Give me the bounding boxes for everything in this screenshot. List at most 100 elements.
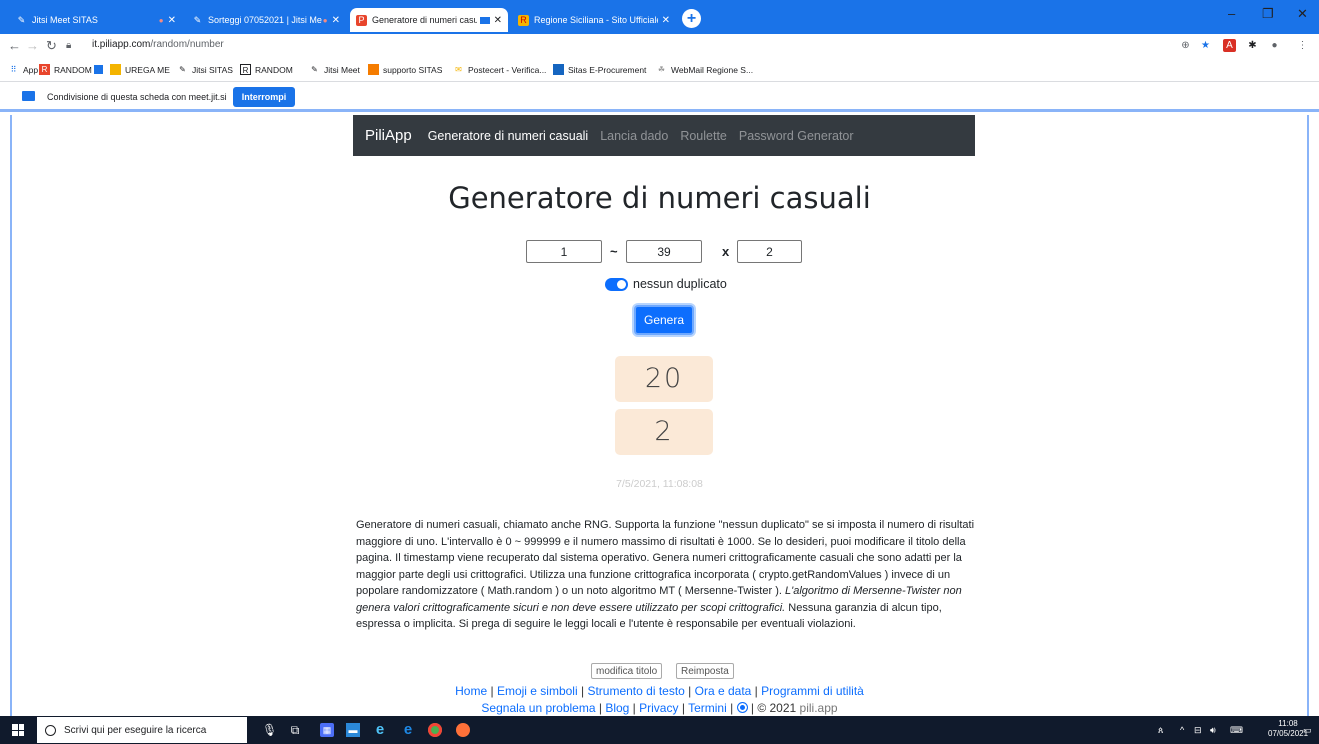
people-icon[interactable]: ጰ — [1158, 725, 1163, 736]
bookmark-label: Jitsi SITAS — [192, 64, 233, 75]
footer-link-utilities[interactable]: Programmi di utilità — [761, 684, 864, 698]
site-navbar: PiliApp Generatore di numeri casuali Lan… — [353, 115, 975, 156]
reset-button[interactable]: Reimposta — [676, 663, 734, 679]
range-separator: ~ — [610, 244, 618, 259]
bookmark-app[interactable]: ⠿ App — [8, 64, 39, 75]
bookmark-random-2[interactable]: R RANDOM — [240, 64, 293, 75]
sitas-icon — [368, 64, 379, 75]
site-brand[interactable]: PiliApp — [365, 127, 412, 144]
count-input[interactable] — [737, 240, 802, 263]
regione-icon: R — [518, 14, 529, 26]
bookmark-label: UREGA ME — [125, 64, 170, 75]
tab-sorteggi[interactable]: ✎ Sorteggi 07052021 | Jitsi Me ● ✕ — [186, 8, 346, 32]
edge-legacy-icon[interactable]: e — [373, 722, 387, 737]
apps-grid-icon: ⠿ — [10, 65, 17, 74]
sitas-eproc-icon — [553, 64, 564, 75]
url-path: /random/number — [150, 39, 224, 50]
close-tab-icon[interactable]: ✕ — [662, 15, 670, 26]
windows-start-icon[interactable] — [12, 724, 24, 736]
volume-icon[interactable]: 🔊︎ — [1210, 725, 1216, 736]
minimize-icon[interactable]: – — [1228, 6, 1235, 21]
times-separator: x — [722, 244, 730, 259]
result-number: 20 — [615, 356, 713, 402]
bookmark-supporto-sitas[interactable]: supporto SITAS — [368, 64, 442, 75]
close-window-icon[interactable]: ✕ — [1297, 6, 1308, 22]
nav-generatore[interactable]: Generatore di numeri casuali — [428, 129, 589, 143]
star-icon[interactable]: ★ — [1199, 39, 1212, 52]
footer-link-date-time[interactable]: Ora e data — [695, 684, 752, 698]
page-title[interactable]: Generatore di numeri casuali — [0, 181, 1319, 215]
bookmark-jitsi-meet[interactable]: ✎ Jitsi Meet — [309, 64, 360, 75]
url-host: it.piliapp.com — [92, 39, 151, 50]
internet-explorer-icon[interactable]: e — [401, 722, 415, 737]
tab-regione-siciliana[interactable]: R Regione Siciliana - Sito Ufficiale ✕ — [512, 8, 676, 32]
profile-icon[interactable]: ● — [1268, 39, 1281, 52]
footer-link-terms[interactable]: Termini — [688, 701, 727, 715]
close-tab-icon[interactable]: ✕ — [494, 15, 502, 26]
nav-roulette[interactable]: Roulette — [680, 129, 727, 143]
bookmark-label: Sitas E-Procurement — [568, 64, 647, 75]
lock-icon[interactable]: 🔒︎ — [66, 40, 71, 51]
network-icon[interactable]: ⊟ — [1194, 725, 1202, 736]
jitsi-icon: ✎ — [311, 65, 318, 74]
regione-icon — [110, 64, 121, 75]
tab-jitsi-meet-sitas[interactable]: ✎ Jitsi Meet SITAS ● ✕ — [10, 8, 182, 32]
zoom-icon[interactable]: ⊕ — [1179, 39, 1192, 52]
min-input[interactable] — [526, 240, 602, 263]
footer-link-emoji[interactable]: Emoji e simboli — [497, 684, 578, 698]
url-field[interactable]: it.piliapp.com/random/number — [92, 39, 224, 50]
task-view-icon[interactable]: ⧉ — [288, 723, 302, 737]
generate-button[interactable]: Genera — [634, 305, 694, 335]
notifications-icon[interactable]: ▭ — [1303, 725, 1312, 736]
close-tab-icon[interactable]: ✕ — [168, 15, 176, 26]
back-icon[interactable]: ← — [8, 38, 21, 53]
random-r-icon: R — [240, 64, 251, 75]
share-message: Condivisione di questa scheda con meet.j… — [47, 92, 227, 102]
chrome-icon[interactable] — [428, 723, 442, 737]
firefox-icon[interactable] — [456, 723, 470, 737]
tab-sharing-bar: Condivisione di questa scheda con meet.j… — [0, 82, 1319, 112]
bookmark-webmail[interactable]: ☘ WebMail Regione S... — [656, 64, 753, 75]
no-duplicates-toggle[interactable] — [605, 278, 628, 291]
bookmark-label: RANDOM — [255, 64, 293, 75]
forward-icon[interactable]: → — [26, 38, 39, 53]
footer-link-blog[interactable]: Blog — [605, 701, 629, 715]
language-globe-icon[interactable] — [736, 702, 748, 713]
bookmark-label: WebMail Regione S... — [671, 64, 754, 75]
bookmarks-bar: ⠿ App R RANDOM UREGA ME ✎ Jitsi SITAS R RAND… — [0, 58, 1319, 82]
stop-sharing-button[interactable]: Interrompi — [233, 87, 295, 107]
footer-link-home[interactable]: Home — [455, 684, 487, 698]
footer-link-report[interactable]: Segnala un problema — [481, 701, 595, 715]
close-tab-icon[interactable]: ✕ — [332, 15, 340, 26]
nav-lancia-dado[interactable]: Lancia dado — [600, 129, 668, 143]
restore-icon[interactable]: ❐ — [1262, 6, 1274, 22]
footer-links: Home | Emoji e simboli | Strumento di te… — [455, 684, 864, 698]
edit-title-button[interactable]: modifica titolo — [591, 663, 663, 679]
tray-chevron-icon[interactable]: ^ — [1180, 725, 1184, 735]
pdf-extension-icon[interactable]: A — [1223, 39, 1236, 52]
bookmark-label: supporto SITAS — [383, 64, 443, 75]
new-tab-button[interactable]: + — [682, 9, 701, 28]
tab-title: Generatore di numeri casuali — [372, 15, 477, 25]
footer-link-text-tool[interactable]: Strumento di testo — [587, 684, 684, 698]
browser-tab-strip: ✎ Jitsi Meet SITAS ● ✕ ✎ Sorteggi 070520… — [0, 0, 1319, 34]
bookmark-postecert[interactable]: ✉ Postecert - Verifica... — [453, 64, 546, 75]
calculator-icon[interactable]: ▦ — [320, 723, 334, 737]
no-duplicates-label[interactable]: nessun duplicato — [633, 277, 727, 291]
menu-icon[interactable]: ⋮ — [1296, 39, 1309, 52]
bookmark-sitas-eprocurement[interactable]: Sitas E-Procurement — [553, 64, 646, 75]
store-icon[interactable]: ▬ — [346, 723, 360, 737]
keyboard-layout-icon[interactable]: ⌨ — [1230, 725, 1243, 736]
bookmark-urega[interactable]: UREGA ME — [110, 64, 170, 75]
taskbar-search-box[interactable]: Scrivi qui per eseguire la ricerca — [37, 717, 247, 743]
reload-icon[interactable]: ↻ — [46, 38, 57, 54]
extensions-icon[interactable]: ✱ — [1246, 39, 1259, 52]
microphone-icon[interactable]: 🎙︎ — [262, 723, 277, 737]
footer-link-privacy[interactable]: Privacy — [639, 701, 678, 715]
tab-title: Regione Siciliana - Sito Ufficiale — [534, 15, 658, 25]
tab-generatore[interactable]: P Generatore di numeri casuali ✕ — [350, 8, 508, 32]
nav-password-generator[interactable]: Password Generator — [739, 129, 854, 143]
max-input[interactable] — [626, 240, 702, 263]
bookmark-jitsi-sitas[interactable]: ✎ Jitsi SITAS — [177, 64, 233, 75]
bookmark-random[interactable]: R RANDOM — [39, 64, 103, 75]
